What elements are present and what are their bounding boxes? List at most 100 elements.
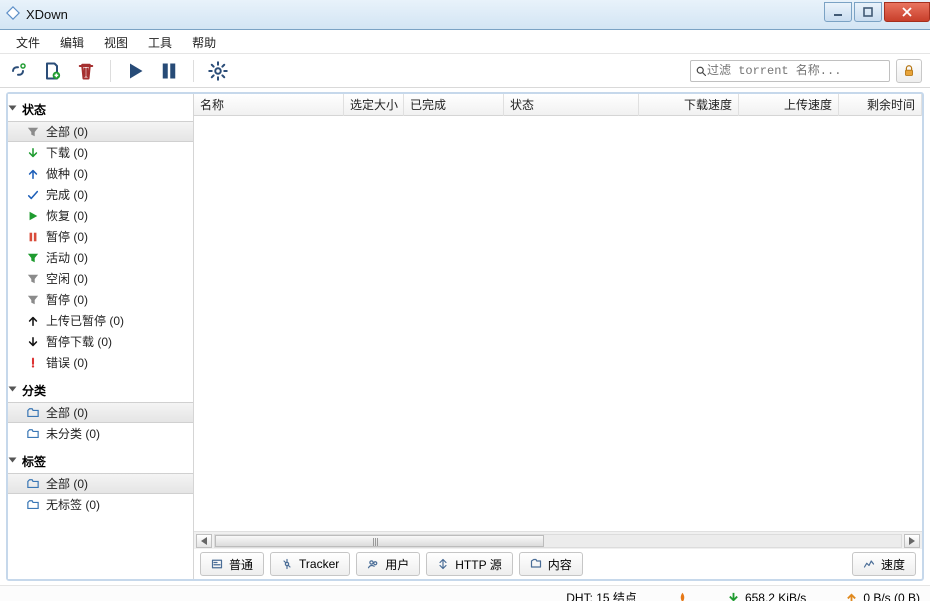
detail-tab-tracker[interactable]: Tracker: [270, 552, 350, 576]
scroll-track[interactable]: [214, 534, 902, 548]
funnel-icon: [26, 293, 40, 307]
sidebar-status-item[interactable]: 下载 (0): [8, 142, 193, 163]
toolbar-left: [8, 60, 228, 82]
sidebar-tags-header[interactable]: 标签: [8, 450, 193, 473]
arrow-dn-icon: [26, 146, 40, 160]
horizontal-scrollbar[interactable]: [194, 531, 922, 549]
detail-tab-speed-label: 速度: [881, 556, 905, 573]
sidebar-status-item[interactable]: 恢复 (0): [8, 205, 193, 226]
toolbar-separator: [193, 60, 194, 82]
sidebar-status-item-label: 上传已暂停 (0): [46, 312, 124, 329]
menu-view[interactable]: 视图: [94, 30, 138, 53]
toolbar-separator: [110, 60, 111, 82]
sidebar-status-item[interactable]: 做种 (0): [8, 163, 193, 184]
detail-tab-bar: 普通 Tracker 用户 HTTP 源 内容 速度: [194, 549, 922, 579]
col-upspeed[interactable]: 上传速度: [739, 94, 839, 116]
status-dht: DHT: 15 结点: [566, 589, 637, 601]
sidebar-status-item[interactable]: 暂停下载 (0): [8, 331, 193, 352]
sidebar-category-header[interactable]: 分类: [8, 379, 193, 402]
sidebar-category-item-label: 全部 (0): [46, 404, 88, 421]
sidebar-status-item-label: 做种 (0): [46, 165, 88, 182]
scroll-thumb[interactable]: [215, 535, 544, 547]
play-icon: [26, 209, 40, 223]
sidebar-status-item-label: 暂停 (0): [46, 228, 88, 245]
add-link-button[interactable]: [8, 61, 28, 81]
detail-tab-content-label: 内容: [548, 556, 572, 573]
main-area: 名称 选定大小 已完成 状态 下载速度 上传速度 剩余时间 普通 Tracker: [194, 94, 922, 579]
toolbar-right: [690, 59, 922, 83]
content-area: 状态 全部 (0) 下载 (0) 做种 (0) 完成 (0)恢复 (0) 暂停 (0) 活…: [6, 92, 924, 581]
sidebar-status-item-label: 暂停 (0): [46, 291, 88, 308]
menubar: 文件 编辑 视图 工具 帮助: [0, 30, 930, 54]
col-eta[interactable]: 剩余时间: [839, 94, 922, 116]
arrow-up-icon: [26, 314, 40, 328]
menu-edit[interactable]: 编辑: [50, 30, 94, 53]
sidebar-status-item-label: 下载 (0): [46, 144, 88, 161]
detail-tab-peers[interactable]: 用户: [356, 552, 420, 576]
sidebar-status-item[interactable]: 完成 (0): [8, 184, 193, 205]
check-icon: [26, 188, 40, 202]
search-box[interactable]: [690, 60, 890, 82]
sidebar-category-item[interactable]: 全部 (0): [8, 402, 193, 423]
folder-icon: [26, 406, 40, 420]
lock-button[interactable]: [896, 59, 922, 83]
sidebar-status-item[interactable]: 空闲 (0): [8, 268, 193, 289]
col-done[interactable]: 已完成: [404, 94, 504, 116]
menu-file[interactable]: 文件: [6, 30, 50, 53]
detail-tab-speed[interactable]: 速度: [852, 552, 916, 576]
status-upload: 0 B/s (0 B): [846, 591, 920, 601]
sidebar-category-item-label: 未分类 (0): [46, 425, 100, 442]
search-input[interactable]: [707, 64, 885, 78]
sidebar-tags-item[interactable]: 无标签 (0): [8, 494, 193, 515]
table-header: 名称 选定大小 已完成 状态 下载速度 上传速度 剩余时间: [194, 94, 922, 116]
sidebar-status-item[interactable]: 错误 (0): [8, 352, 193, 373]
folder-icon: [26, 477, 40, 491]
sidebar-status-item[interactable]: 暂停 (0): [8, 226, 193, 247]
scroll-left-button[interactable]: [196, 534, 212, 548]
window-controls: [822, 2, 930, 22]
sidebar-status-header[interactable]: 状态: [8, 98, 193, 121]
arrow-dn-icon: [26, 335, 40, 349]
status-firewall-icon: [677, 592, 688, 601]
detail-tab-general-label: 普通: [229, 556, 253, 573]
col-size[interactable]: 选定大小: [344, 94, 404, 116]
col-status[interactable]: 状态: [504, 94, 639, 116]
arrow-up-icon: [26, 167, 40, 181]
sidebar-status-item[interactable]: 暂停 (0): [8, 289, 193, 310]
start-button[interactable]: [125, 61, 145, 81]
pause-button[interactable]: [159, 61, 179, 81]
table-body[interactable]: [194, 116, 922, 531]
sidebar-tags-item[interactable]: 全部 (0): [8, 473, 193, 494]
sidebar-status-item[interactable]: 上传已暂停 (0): [8, 310, 193, 331]
settings-button[interactable]: [208, 61, 228, 81]
add-torrent-button[interactable]: [42, 61, 62, 81]
status-upload-text: 0 B/s (0 B): [863, 591, 920, 601]
sidebar-status-item-label: 错误 (0): [46, 354, 88, 371]
detail-tab-content[interactable]: 内容: [519, 552, 583, 576]
sidebar-status-item-label: 暂停下载 (0): [46, 333, 112, 350]
funnel-icon: [26, 125, 40, 139]
sidebar-tags-item-label: 无标签 (0): [46, 496, 100, 513]
sidebar-status-item-label: 空闲 (0): [46, 270, 88, 287]
detail-tab-peers-label: 用户: [385, 556, 409, 573]
col-dlspeed[interactable]: 下载速度: [639, 94, 739, 116]
detail-tab-general[interactable]: 普通: [200, 552, 264, 576]
status-download-text: 658.2 KiB/s: [745, 591, 806, 601]
sidebar-category-item[interactable]: 未分类 (0): [8, 423, 193, 444]
sidebar-tags-item-label: 全部 (0): [46, 475, 88, 492]
delete-button[interactable]: [76, 61, 96, 81]
window-maximize-button[interactable]: [854, 2, 882, 22]
folder-icon: [26, 427, 40, 441]
menu-help[interactable]: 帮助: [182, 30, 226, 53]
col-name[interactable]: 名称: [194, 94, 344, 116]
detail-tab-http[interactable]: HTTP 源: [426, 552, 512, 576]
window-minimize-button[interactable]: [824, 2, 852, 22]
sidebar-status-item[interactable]: 全部 (0): [8, 121, 193, 142]
sidebar-status-item-label: 全部 (0): [46, 123, 88, 140]
menu-tools[interactable]: 工具: [138, 30, 182, 53]
sidebar-status-item[interactable]: 活动 (0): [8, 247, 193, 268]
scroll-right-button[interactable]: [904, 534, 920, 548]
detail-tab-http-label: HTTP 源: [455, 556, 501, 573]
folder-icon: [26, 498, 40, 512]
window-close-button[interactable]: [884, 2, 930, 22]
